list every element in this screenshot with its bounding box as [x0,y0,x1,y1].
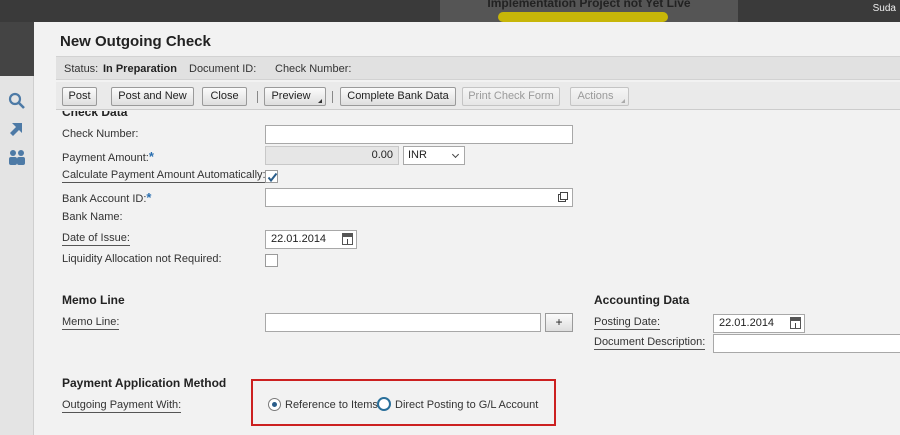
check-number-label: Check Number: [62,128,139,140]
complete-bank-data-button[interactable]: Complete Bank Data [340,87,456,106]
document-id-label: Document ID: [189,63,257,75]
bank-name-label: Bank Name: [62,211,123,223]
posting-date-input[interactable]: 22.01.2014 [713,314,805,333]
liquidity-checkbox[interactable] [265,254,278,267]
preview-label: Preview [271,90,311,102]
payment-amount-field: 0.00 [265,146,399,165]
currency-value: INR [408,149,427,161]
toolbar-separator [257,91,258,103]
payment-amount-label-text: Payment Amount: [62,152,149,164]
new-outgoing-check-dialog: New Outgoing Check Status: In Preparatio… [34,22,900,435]
post-and-new-button[interactable]: Post and New [111,87,194,106]
side-toolbar [0,76,34,435]
menu-arrow-icon [318,99,322,103]
preview-button[interactable]: Preview [264,87,326,106]
print-check-form-button[interactable]: Print Check Form [462,87,560,106]
radio-reference-to-items[interactable] [268,398,281,411]
date-of-issue-value: 22.01.2014 [271,233,327,245]
document-description-label: Document Description: [594,336,706,350]
check-number-status-label: Check Number: [275,63,352,75]
toolbar: Post Post and New Close Preview Complete… [56,82,900,110]
document-description-input[interactable] [713,334,900,353]
status-bar: Status: In Preparation Document ID: Chec… [56,56,900,80]
check-number-input[interactable] [265,125,573,144]
checkmark-icon [267,172,278,183]
menu-arrow-icon [621,99,625,103]
memo-line-label: Memo Line: [62,316,120,330]
status-label: Status: [64,63,99,75]
page-title: New Outgoing Check [60,33,211,50]
posting-date-value: 22.01.2014 [719,317,775,329]
date-of-issue-input[interactable]: 22.01.2014 [265,230,357,249]
pointer-icon[interactable] [8,120,26,138]
form-content: Check Data Check Number: Payment Amount:… [34,111,900,435]
bank-account-label-text: Bank Account ID: [62,193,147,205]
posting-date-label: Posting Date: [594,316,661,330]
actions-label: Actions [577,90,614,102]
calc-auto-checkbox[interactable] [265,170,278,183]
memo-line-input[interactable] [265,313,541,332]
user-name[interactable]: Suda [873,3,896,14]
value-help-icon[interactable] [558,192,568,202]
payment-application-heading: Payment Application Method [62,376,227,390]
accounting-data-heading: Accounting Data [594,293,690,307]
section-check-data-heading: Check Data [62,111,128,119]
bank-account-input[interactable] [265,188,573,207]
bank-account-label: Bank Account ID:* [62,190,151,205]
dropdown-icon [451,150,460,159]
system-banner: Implementation Project not Yet Live [440,0,738,22]
add-memo-button[interactable]: + [545,313,573,332]
calendar-icon[interactable] [342,233,353,245]
people-icon[interactable] [8,148,26,166]
banner-text: Implementation Project not Yet Live [487,0,691,10]
outgoing-payment-label: Outgoing Payment With: [62,399,182,413]
calendar-icon[interactable] [790,317,801,329]
search-icon[interactable] [8,92,26,110]
memo-line-heading: Memo Line [62,293,125,307]
post-button[interactable]: Post [62,87,97,106]
actions-button[interactable]: Actions [570,87,629,106]
liquidity-label: Liquidity Allocation not Required: [62,253,222,265]
status-value: In Preparation [103,63,177,75]
toolbar-separator [332,91,333,103]
date-of-issue-label: Date of Issue: [62,232,130,246]
reference-to-items-label[interactable]: Reference to Items [285,399,378,411]
currency-select[interactable]: INR [403,146,465,165]
payment-amount-label: Payment Amount:* [62,149,154,164]
required-marker: * [146,190,152,205]
radio-direct-posting[interactable] [377,397,391,411]
close-button[interactable]: Close [202,87,247,106]
calc-auto-label: Calculate Payment Amount Automatically: [62,169,266,183]
direct-posting-label[interactable]: Direct Posting to G/L Account [395,399,538,411]
required-marker: * [148,149,154,164]
banner-scribble [498,12,668,22]
